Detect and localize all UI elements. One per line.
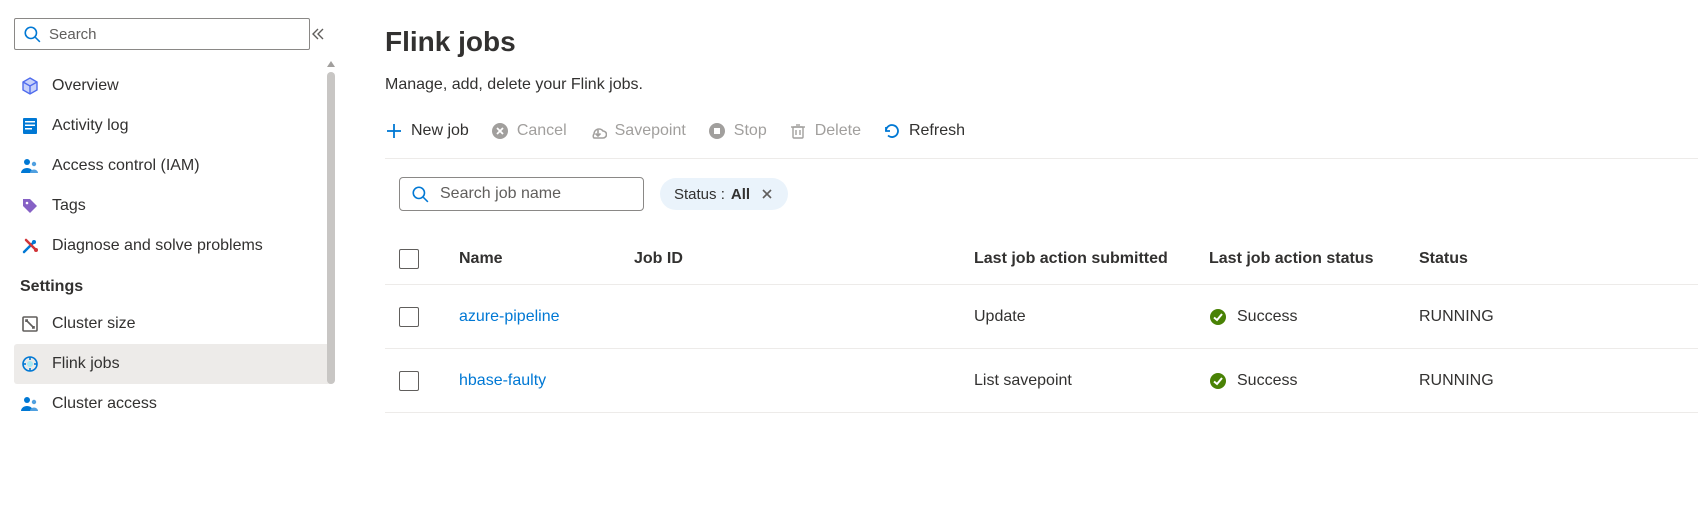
- sidebar-item-overview[interactable]: Overview: [14, 66, 334, 106]
- toolbar-label: Savepoint: [615, 122, 686, 140]
- scrollbar-arrow-up-icon[interactable]: [325, 58, 337, 70]
- refresh-button[interactable]: Refresh: [883, 122, 965, 140]
- collapse-sidebar-icon[interactable]: [309, 26, 325, 42]
- page-title: Flink jobs: [385, 26, 1698, 58]
- savepoint-button: Savepoint: [589, 122, 686, 140]
- last-status-text: Success: [1237, 372, 1297, 390]
- sidebar-item-tags[interactable]: Tags: [14, 186, 334, 226]
- filter-label: Status :: [674, 186, 725, 203]
- toolbar-label: Stop: [734, 122, 767, 140]
- tags-icon: [20, 196, 40, 216]
- sidebar-item-label: Access control (IAM): [52, 157, 200, 175]
- refresh-icon: [883, 122, 901, 140]
- sidebar-item-label: Tags: [52, 197, 86, 215]
- savepoint-icon: [589, 122, 607, 140]
- toolbar-label: Delete: [815, 122, 861, 140]
- search-icon: [411, 185, 429, 203]
- activity-log-icon: [20, 116, 40, 136]
- sidebar-item-label: Activity log: [52, 117, 128, 135]
- sidebar-item-label: Cluster access: [52, 395, 157, 413]
- delete-icon: [789, 122, 807, 140]
- status-filter-pill[interactable]: Status : All: [660, 178, 788, 210]
- cluster-access-icon: [20, 394, 40, 414]
- column-job-id[interactable]: Job ID: [634, 250, 974, 268]
- sidebar-search-input[interactable]: [14, 18, 310, 50]
- sidebar-item-label: Overview: [52, 77, 119, 95]
- success-icon: [1209, 308, 1227, 326]
- toolbar-label: New job: [411, 122, 469, 140]
- row-checkbox[interactable]: [399, 307, 419, 327]
- overview-icon: [20, 76, 40, 96]
- sidebar-item-label: Cluster size: [52, 315, 136, 333]
- select-all-checkbox[interactable]: [399, 249, 419, 269]
- table-header: Name Job ID Last job action submitted La…: [385, 233, 1698, 285]
- sidebar: Overview Activity log Access control (IA…: [0, 0, 335, 517]
- jobs-table: Name Job ID Last job action submitted La…: [385, 233, 1698, 413]
- status-cell: RUNNING: [1419, 372, 1698, 390]
- sidebar-search: [14, 18, 310, 50]
- stop-icon: [708, 122, 726, 140]
- job-name-link[interactable]: azure-pipeline: [459, 308, 634, 326]
- cancel-icon: [491, 122, 509, 140]
- last-status-cell: Success: [1209, 372, 1419, 390]
- diagnose-icon: [20, 236, 40, 256]
- last-status-text: Success: [1237, 308, 1297, 326]
- sidebar-item-diagnose[interactable]: Diagnose and solve problems: [14, 226, 334, 266]
- status-cell: RUNNING: [1419, 308, 1698, 326]
- column-status[interactable]: Status: [1419, 250, 1698, 268]
- sidebar-section-settings: Settings: [14, 266, 335, 304]
- flink-jobs-icon: [20, 354, 40, 374]
- last-action-cell: Update: [974, 308, 1209, 326]
- delete-button: Delete: [789, 122, 861, 140]
- sidebar-item-flink-jobs[interactable]: Flink jobs: [14, 344, 334, 384]
- column-last-action[interactable]: Last job action submitted: [974, 250, 1209, 268]
- column-last-status[interactable]: Last job action status: [1209, 250, 1419, 268]
- main-panel: Flink jobs Manage, add, delete your Flin…: [335, 0, 1698, 517]
- cancel-button: Cancel: [491, 122, 567, 140]
- sidebar-item-cluster-access[interactable]: Cluster access: [14, 384, 334, 424]
- sidebar-item-activity-log[interactable]: Activity log: [14, 106, 334, 146]
- new-job-button[interactable]: New job: [385, 122, 469, 140]
- last-action-cell: List savepoint: [974, 372, 1209, 390]
- sidebar-item-access-control[interactable]: Access control (IAM): [14, 146, 334, 186]
- table-row[interactable]: hbase-faulty List savepoint Success RUNN…: [385, 349, 1698, 413]
- row-checkbox[interactable]: [399, 371, 419, 391]
- job-search: [399, 177, 644, 211]
- toolbar-label: Cancel: [517, 122, 567, 140]
- success-icon: [1209, 372, 1227, 390]
- search-icon: [23, 25, 41, 43]
- toolbar: New job Cancel Savepoint Stop Delete: [385, 122, 1698, 159]
- sidebar-item-label: Flink jobs: [52, 355, 120, 373]
- page-subtitle: Manage, add, delete your Flink jobs.: [385, 76, 1698, 94]
- job-search-input[interactable]: [399, 177, 644, 211]
- column-name[interactable]: Name: [459, 250, 634, 268]
- filter-row: Status : All: [385, 177, 1698, 211]
- access-control-icon: [20, 156, 40, 176]
- sidebar-item-cluster-size[interactable]: Cluster size: [14, 304, 334, 344]
- table-row[interactable]: azure-pipeline Update Success RUNNING: [385, 285, 1698, 349]
- toolbar-label: Refresh: [909, 122, 965, 140]
- sidebar-item-label: Diagnose and solve problems: [52, 237, 263, 255]
- plus-icon: [385, 122, 403, 140]
- scrollbar-thumb[interactable]: [327, 72, 335, 384]
- stop-button: Stop: [708, 122, 767, 140]
- last-status-cell: Success: [1209, 308, 1419, 326]
- clear-filter-icon[interactable]: [760, 187, 774, 201]
- job-name-link[interactable]: hbase-faulty: [459, 372, 634, 390]
- filter-value: All: [731, 186, 750, 203]
- cluster-size-icon: [20, 314, 40, 334]
